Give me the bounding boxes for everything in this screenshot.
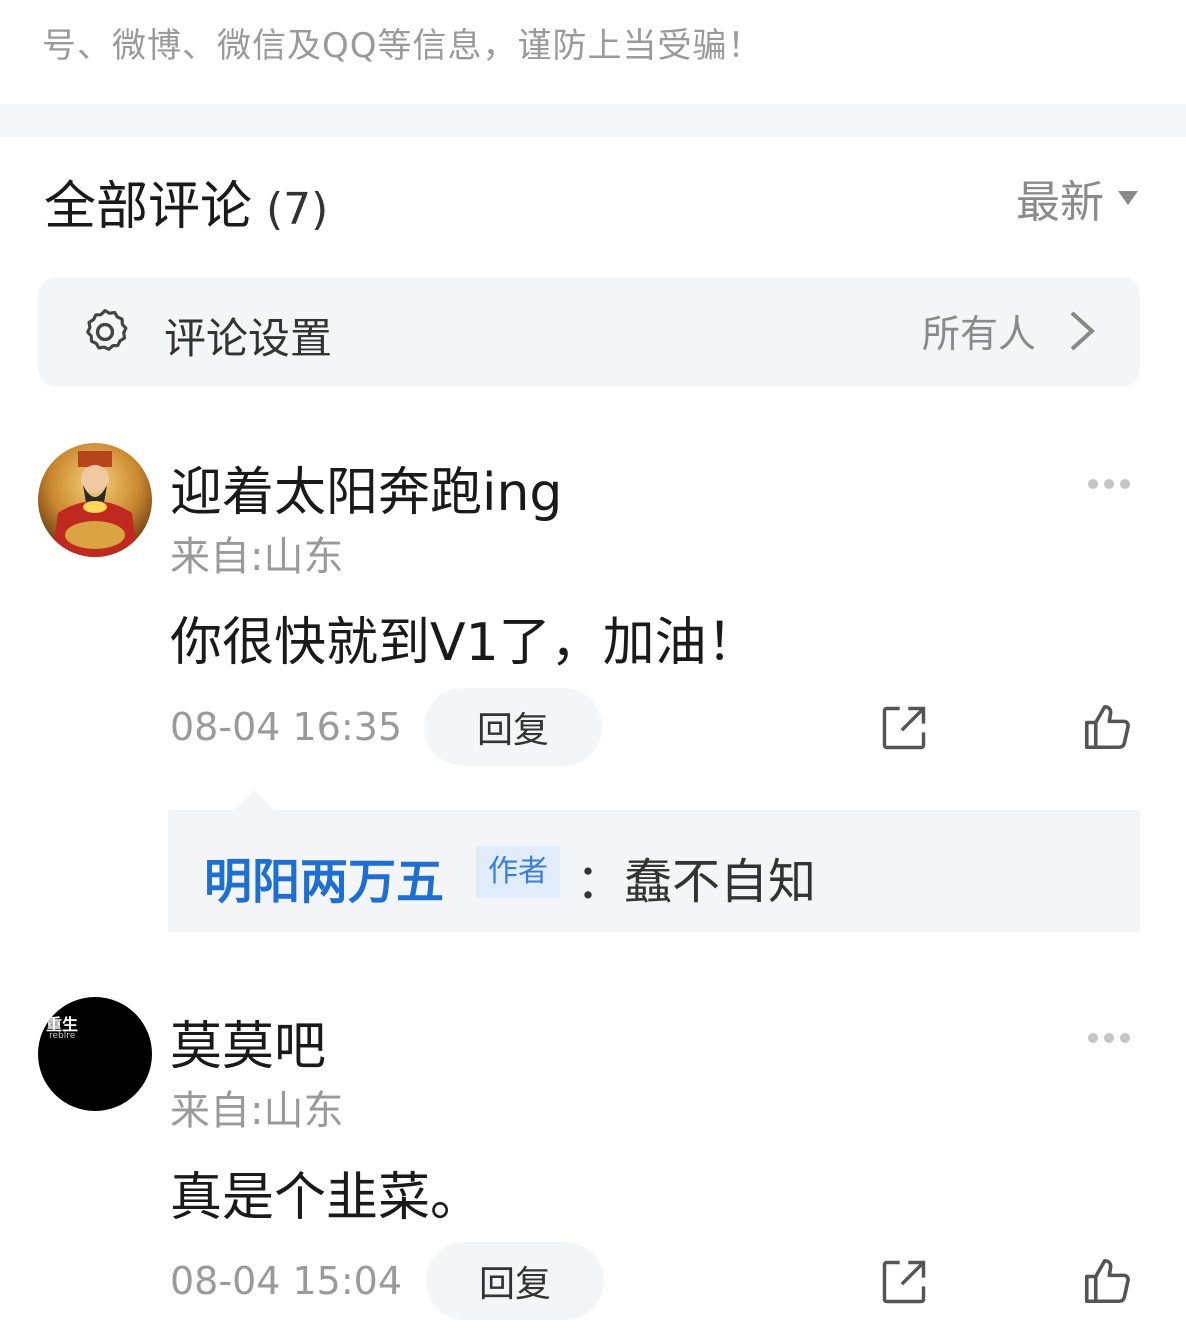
comment-content: 你很快就到V1了，加油！ xyxy=(170,613,759,673)
comment-timestamp: 08-04 15:04 xyxy=(170,1259,403,1303)
reply-text: ：蠢不自知 xyxy=(576,854,817,910)
reply-thread[interactable]: 明阳两万五 作者 ：蠢不自知 xyxy=(168,790,1140,932)
comment-location: 来自:山东 xyxy=(170,534,344,580)
settings-value: 所有人 xyxy=(921,312,1036,356)
comment-settings-row[interactable]: 评论设置 所有人 xyxy=(38,277,1140,387)
sort-label: 最新 xyxy=(1016,177,1104,228)
avatar[interactable] xyxy=(38,443,152,557)
reply-button[interactable]: 回复 xyxy=(424,688,602,766)
comments-title-label: 全部评论 xyxy=(44,177,253,237)
reply-button[interactable]: 回复 xyxy=(426,1242,604,1320)
comment-location: 来自:山东 xyxy=(170,1088,344,1134)
thumbs-up-icon[interactable] xyxy=(1080,1254,1134,1308)
notice-text: 号、微博、微信及QQ等信息，谨防上当受骗！ xyxy=(42,26,763,66)
reply-button-label: 回复 xyxy=(476,710,549,751)
comments-header: 全部评论 (7) 最新 xyxy=(44,164,1142,237)
settings-label: 评论设置 xyxy=(164,314,333,363)
reply-button-label: 回复 xyxy=(478,1264,551,1305)
comment-username[interactable]: 迎着太阳奔跑ing xyxy=(170,450,562,525)
section-divider xyxy=(0,104,1186,137)
author-badge: 作者 xyxy=(476,846,560,898)
reply-author[interactable]: 明阳两万五 xyxy=(204,842,444,912)
comments-count: (7) xyxy=(266,184,329,235)
sort-toggle[interactable]: 最新 xyxy=(1016,166,1138,230)
gear-icon xyxy=(86,309,128,351)
sort-down-icon xyxy=(1118,191,1138,205)
more-icon[interactable] xyxy=(1088,474,1138,489)
thumbs-up-icon[interactable] xyxy=(1080,700,1134,754)
comment-timestamp: 08-04 16:35 xyxy=(170,705,403,749)
more-icon[interactable] xyxy=(1088,1028,1138,1043)
comment-content: 真是个韭菜。 xyxy=(170,1168,483,1228)
comments-title: 全部评论 (7) xyxy=(44,164,328,239)
avatar-image xyxy=(38,443,152,557)
comment-username[interactable]: 莫莫吧 xyxy=(170,1004,326,1079)
share-icon[interactable] xyxy=(878,1256,930,1308)
avatar-subtext: reblre xyxy=(49,1031,76,1041)
share-icon[interactable] xyxy=(878,702,930,754)
avatar[interactable]: 重生 reblre xyxy=(38,997,152,1111)
chevron-right-icon xyxy=(1070,311,1095,351)
